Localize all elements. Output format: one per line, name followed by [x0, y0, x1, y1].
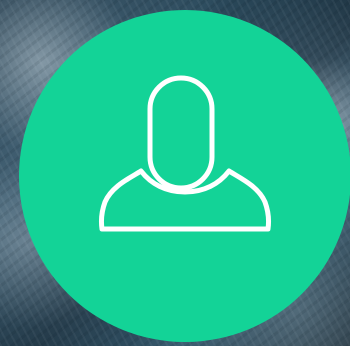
user-icon	[98, 75, 272, 232]
avatar[interactable]	[19, 10, 350, 342]
avatar-screen	[0, 0, 350, 346]
